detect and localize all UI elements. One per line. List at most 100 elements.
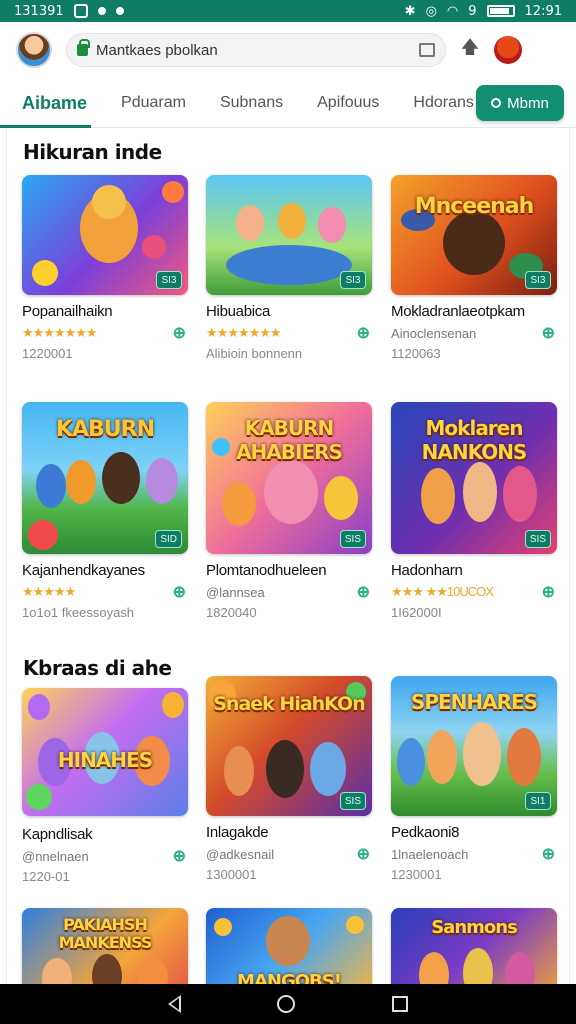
game-badge: SI3 — [156, 271, 182, 289]
game-card[interactable]: MANGOBS! — [206, 908, 374, 984]
game-card[interactable]: Moklaren NANKONS SIS Hadonharn ★★★ ★★10U… — [391, 402, 559, 620]
tab-2[interactable]: Subnans — [220, 78, 283, 128]
notification-icon — [97, 7, 106, 15]
share-icon[interactable] — [419, 43, 435, 57]
download-icon — [115, 7, 124, 15]
game-subtitle: 1lnaelenoach — [391, 846, 469, 862]
game-title: Popanailhaikn — [22, 303, 113, 320]
game-title: Inlagakde — [206, 824, 269, 841]
profile-icon[interactable] — [494, 36, 522, 64]
game-thumbnail[interactable]: Moklaren NANKONS SIS — [391, 402, 557, 554]
rating-stars: ★★★★★★★ — [22, 325, 98, 340]
status-time-right: 12:91 — [524, 3, 562, 19]
game-card[interactable]: SPENHARES SI1 Pedkaoni8 1lnaelenoach ⊕ 1… — [391, 676, 559, 882]
controller-icon[interactable]: ⊕ — [357, 323, 370, 343]
tab-0[interactable]: Aibame — [0, 78, 92, 128]
game-art-text: MANGOBS! — [237, 971, 342, 984]
avatar[interactable] — [16, 32, 52, 68]
game-thumbnail[interactable]: SI3 — [22, 175, 188, 295]
game-card[interactable]: SI3 Popanailhaikn ★★★★★★★ ⊕ 1220001 — [22, 175, 190, 361]
game-downloads: Alibioin bonnenn — [206, 346, 303, 361]
url-bar[interactable]: Mantkaes pbolkan — [66, 33, 446, 67]
game-card[interactable]: Sanmons — [391, 908, 559, 984]
game-thumbnail[interactable]: MANGOBS! — [206, 908, 372, 984]
game-thumbnail[interactable]: KABURN SID — [22, 402, 188, 554]
controller-icon[interactable]: ⊕ — [542, 582, 555, 602]
category-tabs: Aibame Pduaram Subnans Apifouus Hdorans … — [0, 78, 576, 128]
section-title-1: Hikuran inde — [23, 140, 162, 164]
controller-icon[interactable]: ⊕ — [173, 582, 186, 602]
pin-icon — [491, 98, 502, 108]
game-title: Hadonharn — [391, 562, 463, 579]
controller-icon[interactable]: ⊕ — [173, 323, 186, 343]
game-card[interactable]: KABURN SID Kajanhendkayanes ★★★★★ ⊕ 1o1o… — [22, 402, 190, 620]
upload-icon[interactable]: 🡅 — [460, 35, 480, 65]
game-subtitle: @adkesnail — [206, 846, 275, 862]
game-card[interactable]: PAKIAHSH MANKENSS — [22, 908, 190, 984]
rating-stars: ★★★★★ — [22, 584, 76, 599]
game-downloads: 1820040 — [206, 605, 257, 620]
location-icon: ◎ — [425, 3, 437, 19]
game-downloads: 1I62000I — [391, 605, 442, 620]
game-art-text: Mnceenah — [414, 194, 535, 219]
game-badge: SID — [155, 530, 182, 548]
controller-icon[interactable]: ⊕ — [357, 582, 370, 602]
game-card[interactable]: KABURN AHABIERS SIS Plomtanodhueleen @la… — [206, 402, 374, 620]
status-time-left: 131391 — [14, 3, 64, 19]
back-icon[interactable] — [168, 995, 182, 1013]
game-thumbnail[interactable]: Sanmons — [391, 908, 557, 984]
recents-icon[interactable] — [391, 996, 408, 1012]
game-card[interactable]: SI3 Hibuabica ★★★★★★★ ⊕ Alibioin bonnenn — [206, 175, 374, 361]
game-card[interactable]: Mnceenah SI3 Mokladranlaeotpkam Ainoclen… — [391, 175, 559, 361]
game-title: Pedkaoni8 — [391, 824, 460, 841]
game-downloads: 1o1o1 fkeessoyash — [22, 605, 135, 620]
game-thumbnail[interactable]: HINAHES — [22, 688, 188, 816]
game-badge: SI3 — [525, 271, 551, 289]
section-title-2: Kbraas di ahe — [23, 656, 172, 680]
game-card[interactable]: Snaek HiahKOn SIS Inlagakde @adkesnail ⊕… — [206, 676, 374, 882]
game-art-text: Sanmons — [431, 917, 518, 938]
game-thumbnail[interactable]: Snaek HiahKOn SIS — [206, 676, 372, 816]
tab-4[interactable]: Hdorans — [413, 78, 473, 128]
controller-icon[interactable]: ⊕ — [542, 844, 555, 864]
game-thumbnail[interactable]: Mnceenah SI3 — [391, 175, 557, 295]
tab-1[interactable]: Pduaram — [121, 78, 186, 128]
game-art-text: Snaek HiahKOn — [213, 693, 365, 715]
game-badge: SIS — [339, 792, 366, 810]
game-card[interactable]: HINAHES Kapndlisak @nnelnaen ⊕ 1220-01 — [22, 688, 190, 884]
game-subtitle: @lannsea — [206, 584, 265, 600]
controller-icon[interactable]: ⊕ — [173, 846, 186, 866]
signal-icon: 9 — [468, 3, 477, 19]
gallery-icon — [73, 4, 88, 18]
game-title: Kapndlisak — [22, 826, 93, 843]
game-art-text: HINAHES — [57, 748, 153, 772]
game-thumbnail[interactable]: KABURN AHABIERS SIS — [206, 402, 372, 554]
game-badge: SI1 — [525, 792, 551, 810]
location-button-label: Mbmn — [507, 94, 549, 112]
wifi-icon: ◠ — [446, 3, 459, 19]
home-icon[interactable] — [277, 995, 296, 1013]
controller-icon[interactable]: ⊕ — [357, 844, 370, 864]
game-art-text: Moklaren NANKONS — [421, 416, 528, 464]
game-badge: SIS — [524, 530, 551, 548]
game-downloads: 1300001 — [206, 867, 257, 882]
lock-icon — [77, 39, 90, 56]
game-title: Hibuabica — [206, 303, 271, 320]
browser-toolbar: Mantkaes pbolkan 🡅 — [0, 22, 576, 78]
game-title: Plomtanodhueleen — [206, 562, 327, 579]
game-art-text: KABURN AHABIERS — [236, 416, 343, 464]
bluetooth-icon: ✱ — [404, 3, 416, 19]
game-art-text: KABURN — [55, 417, 155, 442]
game-downloads: 1220-01 — [22, 869, 70, 884]
location-button[interactable]: Mbmn — [476, 85, 564, 121]
game-title: Mokladranlaeotpkam — [391, 303, 525, 320]
tab-3[interactable]: Apifouus — [317, 78, 379, 128]
game-thumbnail[interactable]: SPENHARES SI1 — [391, 676, 557, 816]
game-thumbnail[interactable]: SI3 — [206, 175, 372, 295]
game-art-text: SPENHARES — [410, 690, 538, 714]
controller-icon[interactable]: ⊕ — [542, 323, 555, 343]
game-thumbnail[interactable]: PAKIAHSH MANKENSS — [22, 908, 188, 984]
rating-stars: ★★★★★★★ — [206, 325, 282, 340]
url-text: Mantkaes pbolkan — [96, 41, 218, 59]
game-subtitle: @nnelnaen — [22, 848, 89, 864]
